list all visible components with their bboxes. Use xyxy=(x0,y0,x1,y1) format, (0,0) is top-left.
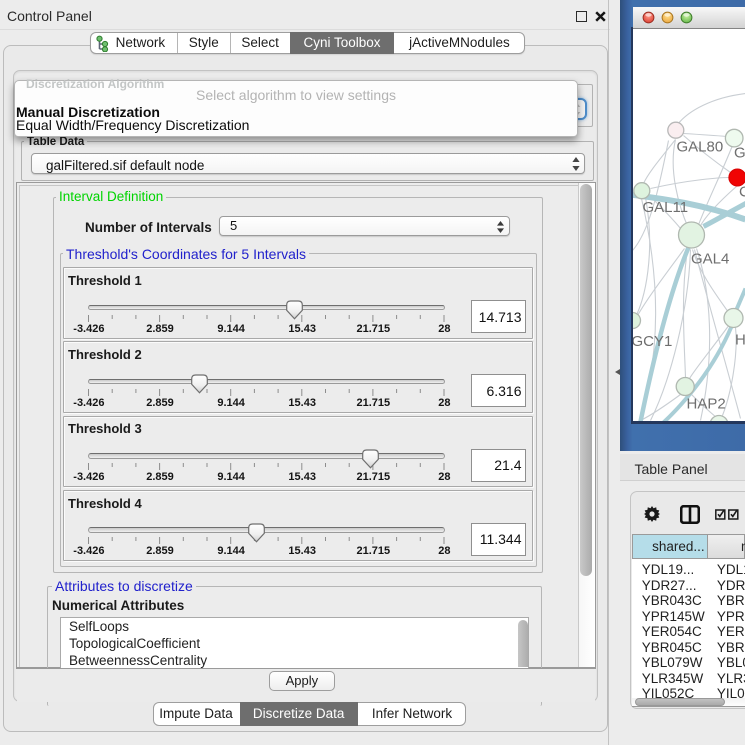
svg-text:GAL4: GAL4 xyxy=(691,250,729,267)
svg-text:GA: GA xyxy=(734,144,745,161)
svg-text:HAP2: HAP2 xyxy=(686,395,725,412)
svg-text:GAL11: GAL11 xyxy=(642,199,688,216)
svg-text:GAL80: GAL80 xyxy=(676,138,723,155)
svg-text:C: C xyxy=(739,183,745,200)
svg-text:GCY1: GCY1 xyxy=(633,333,672,350)
svg-text:H: H xyxy=(735,331,745,348)
